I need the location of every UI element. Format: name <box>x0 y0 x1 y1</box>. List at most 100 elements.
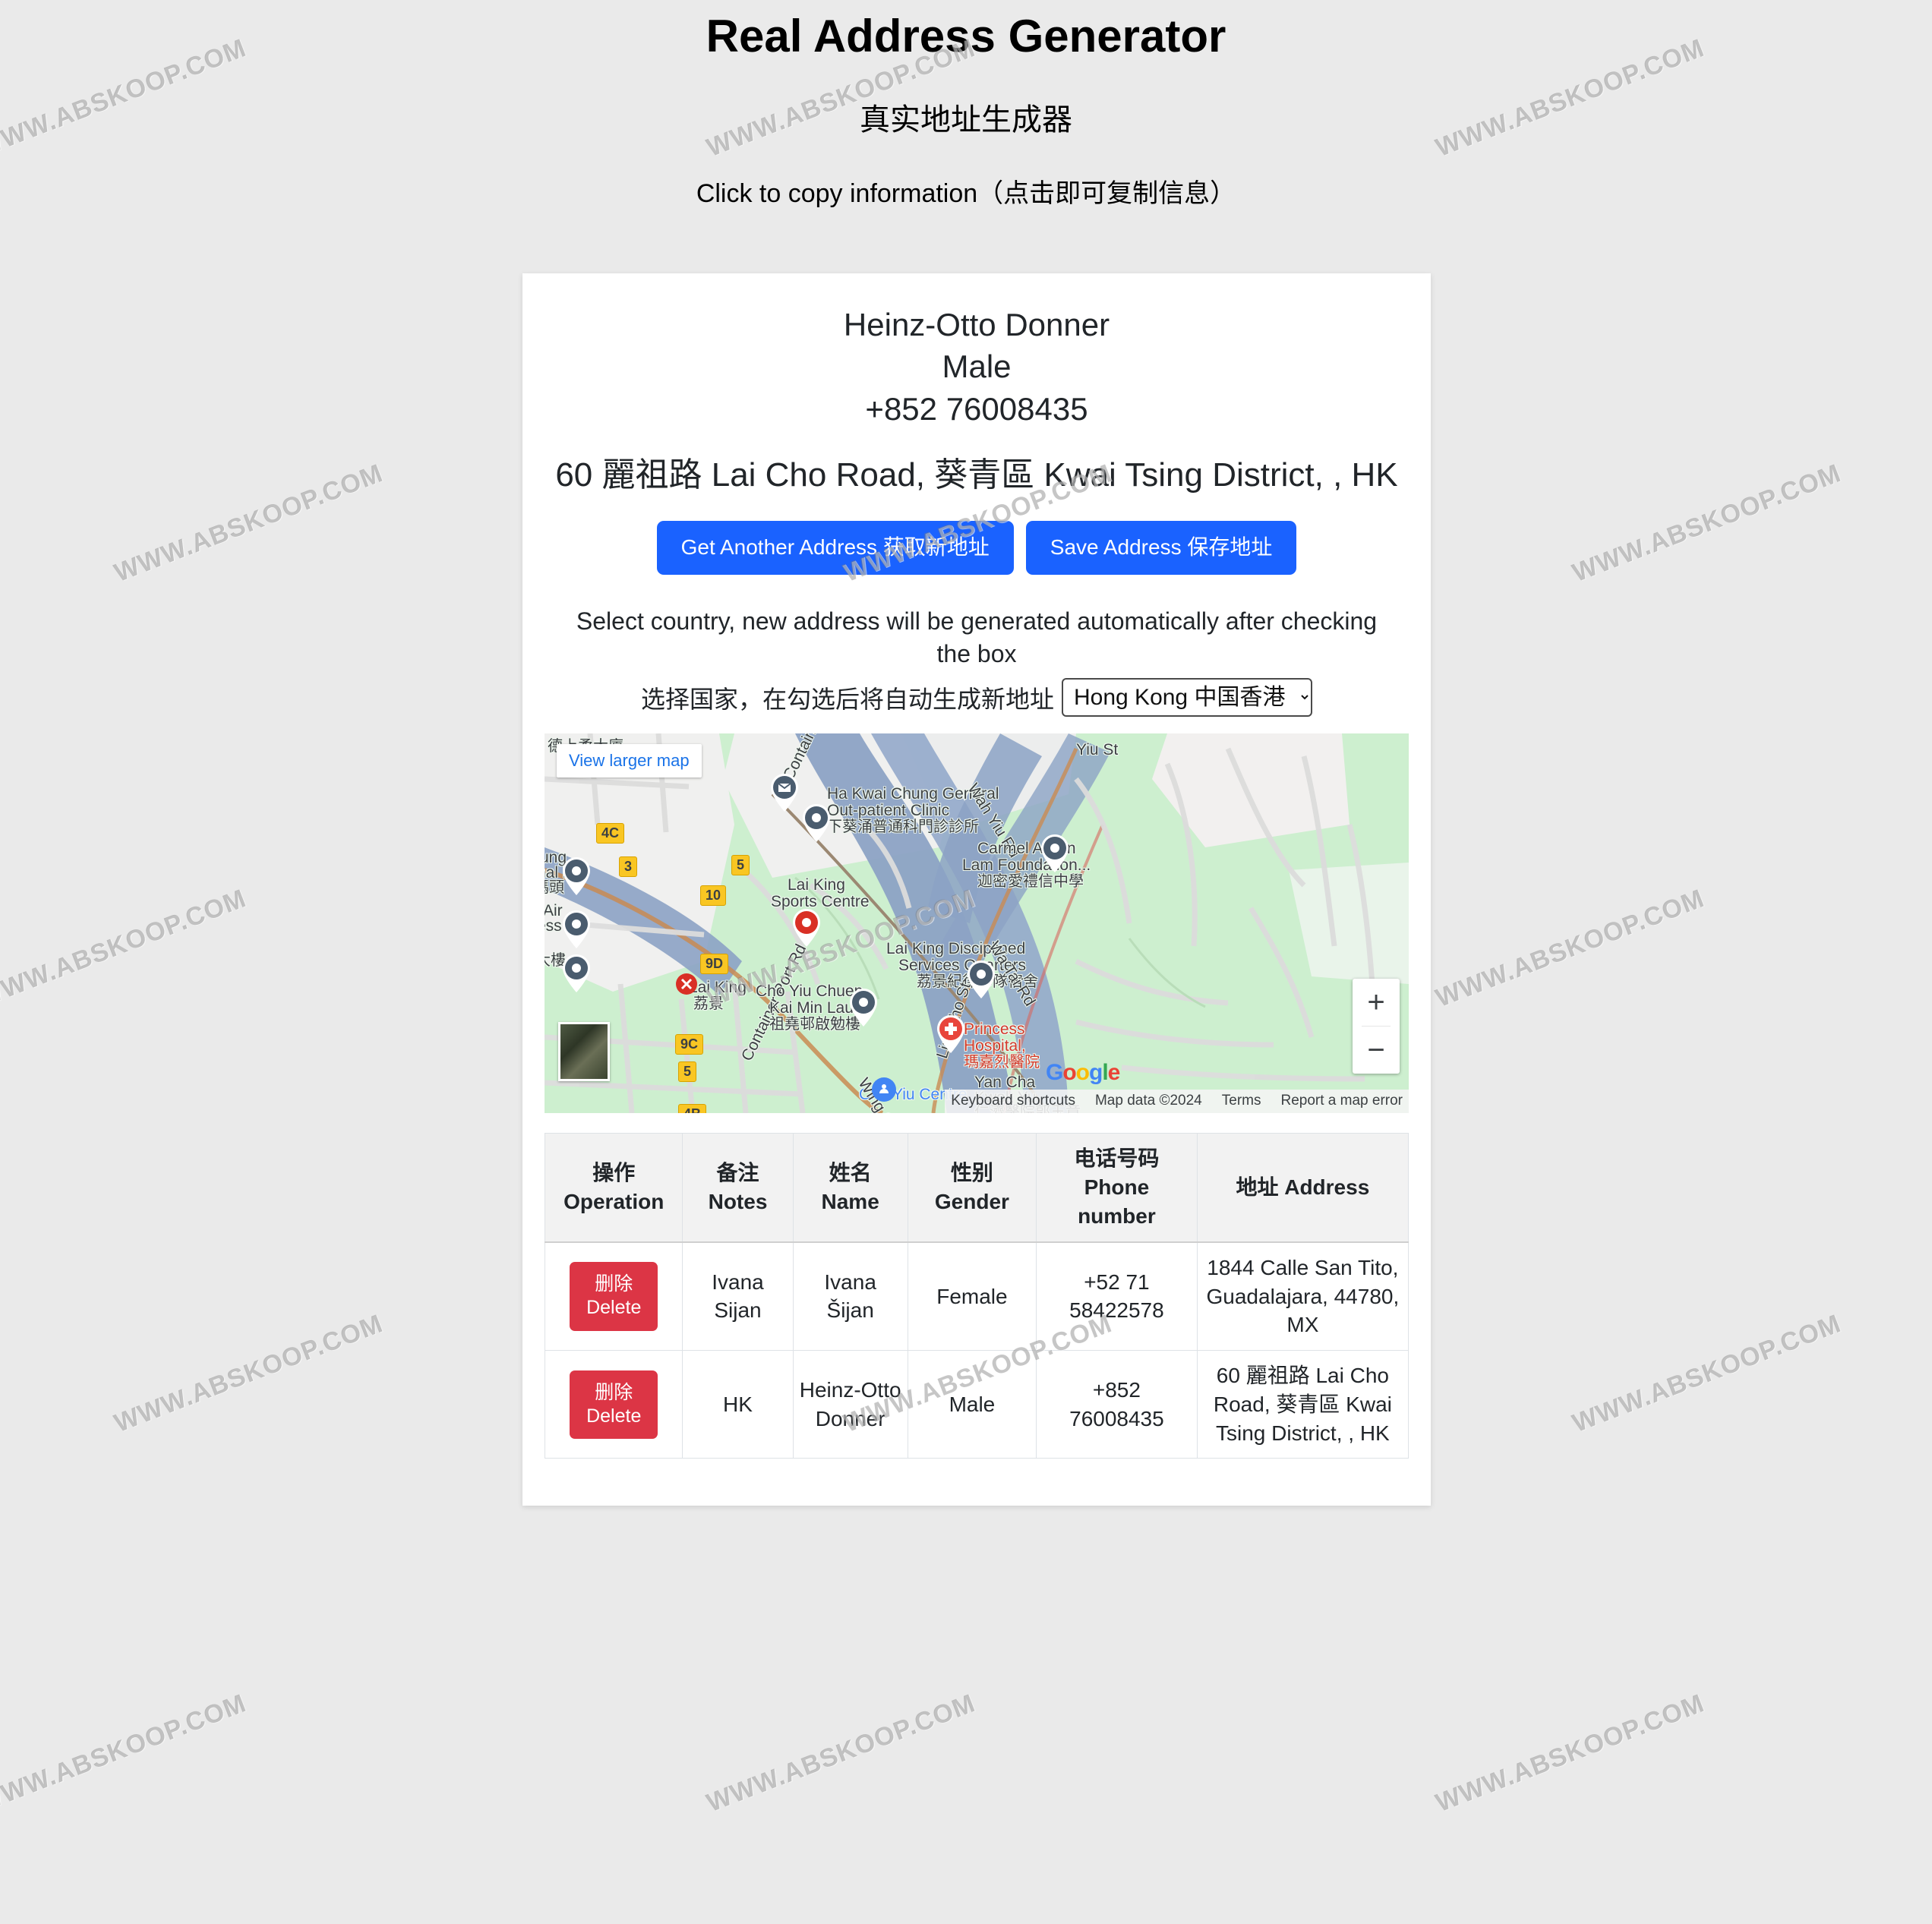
col-header-name: 姓名 Name <box>792 1133 908 1243</box>
cell-gender: Female <box>907 1241 1037 1352</box>
page-title: Real Address Generator <box>706 11 1226 62</box>
street-view-thumbnail[interactable] <box>558 1022 610 1082</box>
table-row: 删除 Delete HK Heinz-Otto Donner Male +852… <box>544 1350 1410 1459</box>
map-pin-air-express[interactable] <box>561 910 592 949</box>
person-name[interactable]: Heinz-Otto Donner <box>544 304 1410 345</box>
country-select[interactable]: Hong Kong 中国香港 <box>1062 678 1312 718</box>
country-select-row: 选择国家，在勾选后将自动生成新地址 Hong Kong 中国香港 <box>544 678 1410 718</box>
cell-name: Heinz-Otto Donner <box>792 1350 908 1459</box>
col-header-operation-en: Operation <box>564 1190 665 1213</box>
map-embed[interactable]: View larger map 德上柔大廈 Container Port Rd … <box>545 733 1409 1114</box>
col-header-gender-cn: 性别 <box>950 1161 993 1185</box>
cell-notes: HK <box>682 1350 794 1459</box>
cell-notes: Ivana Sijan <box>682 1241 794 1352</box>
col-header-notes-en: Notes <box>708 1190 768 1213</box>
map-pin-clinic[interactable] <box>801 803 832 843</box>
watermark: WWW.ABSKOOP.COM <box>0 884 251 1013</box>
google-logo-o2: o <box>1075 1060 1090 1086</box>
watermark: WWW.ABSKOOP.COM <box>1432 884 1709 1013</box>
map-pin-carmel-school[interactable] <box>1040 834 1070 873</box>
save-address-button[interactable]: Save Address 保存地址 <box>1025 521 1297 575</box>
saved-addresses-table: 操作 Operation 备注 Notes 姓名 Name 性别 Gender … <box>544 1133 1410 1459</box>
table-body: 删除 Delete Ivana Sijan Ivana Šijan Female… <box>544 1241 1410 1459</box>
table-row: 删除 Delete Ivana Sijan Ivana Šijan Female… <box>544 1241 1410 1352</box>
delete-button-label-cn: 删除 <box>595 1381 633 1403</box>
person-gender[interactable]: Male <box>544 345 1410 387</box>
google-logo-l: l <box>1102 1060 1108 1086</box>
cell-operation: 删除 Delete <box>544 1241 683 1352</box>
cell-address: 60 麗祖路 Lai Cho Road, 葵青區 Kwai Tsing Dist… <box>1196 1350 1410 1459</box>
watermark: WWW.ABSKOOP.COM <box>1568 459 1845 588</box>
keyboard-shortcuts-link[interactable]: Keyboard shortcuts <box>951 1093 1075 1109</box>
watermark: WWW.ABSKOOP.COM <box>110 459 387 588</box>
delete-button-label-en: Delete <box>586 1405 642 1427</box>
map-pin-cho-yiu-centre[interactable] <box>871 1077 897 1102</box>
col-header-address-cn: 地址 Address <box>1236 1175 1370 1200</box>
map-shield-4c: 4C <box>596 823 625 844</box>
col-header-operation: 操作 Operation <box>544 1133 683 1243</box>
watermark: WWW.ABSKOOP.COM <box>110 1309 387 1438</box>
map-shield-5a: 5 <box>731 855 750 876</box>
cell-name: Ivana Šijan <box>792 1241 908 1352</box>
google-logo-e: e <box>1107 1060 1121 1086</box>
country-select-note-cn: 选择国家，在勾选后将自动生成新地址 <box>640 685 1054 713</box>
map-canvas <box>545 733 1409 1114</box>
page-subtitle: 真实地址生成器 <box>860 103 1072 137</box>
col-header-name-cn: 姓名 <box>829 1161 872 1185</box>
map-zoom-controls: + − <box>1353 979 1400 1074</box>
delete-button-label-cn: 删除 <box>595 1273 633 1295</box>
page-hint: Click to copy information（点击即可复制信息） <box>696 179 1236 208</box>
map-shield-5b: 5 <box>678 1061 697 1083</box>
zoom-in-icon[interactable]: + <box>1353 979 1400 1026</box>
map-attribution-bar: Keyboard shortcuts Map data ©2024 Terms … <box>945 1090 1409 1114</box>
map-pin-post-office[interactable] <box>769 773 800 812</box>
map-pin-terminal[interactable] <box>561 856 592 896</box>
col-header-name-en: Name <box>821 1190 879 1213</box>
person-address[interactable]: 60 麗祖路 Lai Cho Road, 葵青區 Kwai Tsing Dist… <box>554 453 1399 498</box>
cell-phone: +52 71 58422578 <box>1036 1241 1198 1352</box>
person-phone[interactable]: +852 76008435 <box>544 388 1410 430</box>
col-header-phone-cn: 电话号码 <box>1074 1147 1160 1171</box>
map-shield-10: 10 <box>700 885 727 907</box>
cell-gender: Male <box>907 1350 1037 1459</box>
page-header: Real Address Generator 真实地址生成器 Click to … <box>0 0 1932 210</box>
col-header-address: 地址 Address <box>1196 1133 1410 1243</box>
col-header-gender: 性别 Gender <box>907 1133 1037 1243</box>
col-header-phone-en: Phone number <box>1078 1175 1156 1228</box>
map-pin-current-address[interactable] <box>791 908 822 948</box>
zoom-out-icon[interactable]: − <box>1353 1027 1400 1074</box>
map-shield-4b: 4B <box>678 1104 707 1114</box>
col-header-gender-en: Gender <box>934 1190 1009 1213</box>
action-button-row: Get Another Address 获取新地址 Save Address 保… <box>544 521 1410 575</box>
google-logo-g1: G <box>1046 1060 1063 1086</box>
cell-address: 1844 Calle San Tito, Guadalajara, 44780,… <box>1196 1241 1410 1352</box>
address-card: Heinz-Otto Donner Male +852 76008435 60 … <box>522 273 1431 1506</box>
map-shield-9c: 9C <box>675 1034 704 1055</box>
table-header-row: 操作 Operation 备注 Notes 姓名 Name 性别 Gender … <box>544 1133 1410 1243</box>
view-larger-map-link[interactable]: View larger map <box>557 744 702 778</box>
col-header-notes: 备注 Notes <box>682 1133 794 1243</box>
watermark: WWW.ABSKOOP.COM <box>1568 1309 1845 1438</box>
google-logo-g2: g <box>1089 1060 1103 1086</box>
col-header-phone: 电话号码 Phone number <box>1036 1133 1198 1243</box>
map-pin-building[interactable] <box>561 954 592 993</box>
table-head: 操作 Operation 备注 Notes 姓名 Name 性别 Gender … <box>544 1133 1410 1243</box>
map-shield-9d: 9D <box>700 954 729 975</box>
col-header-notes-cn: 备注 <box>716 1161 759 1185</box>
map-pin-mtr-lai-king[interactable] <box>675 973 698 995</box>
terms-link[interactable]: Terms <box>1222 1093 1261 1109</box>
map-pin-quarters[interactable] <box>966 960 996 999</box>
col-header-operation-cn: 操作 <box>592 1161 636 1185</box>
watermark: WWW.ABSKOOP.COM <box>702 1689 980 1818</box>
cell-phone: +852 76008435 <box>1036 1350 1198 1459</box>
map-pin-cho-yiu-chuen[interactable] <box>848 988 879 1027</box>
delete-button[interactable]: 删除 Delete <box>570 1262 658 1331</box>
watermark: WWW.ABSKOOP.COM <box>1432 1689 1709 1818</box>
delete-button-label-en: Delete <box>586 1297 642 1319</box>
google-logo: Google <box>1046 1060 1121 1086</box>
report-map-error-link[interactable]: Report a map error <box>1280 1093 1403 1109</box>
get-another-address-button[interactable]: Get Another Address 获取新地址 <box>656 521 1014 575</box>
country-select-note-en: Select country, new address will be gene… <box>576 607 1378 668</box>
map-pin-princess-margaret-hospital[interactable] <box>936 1014 966 1054</box>
delete-button[interactable]: 删除 Delete <box>570 1370 658 1440</box>
